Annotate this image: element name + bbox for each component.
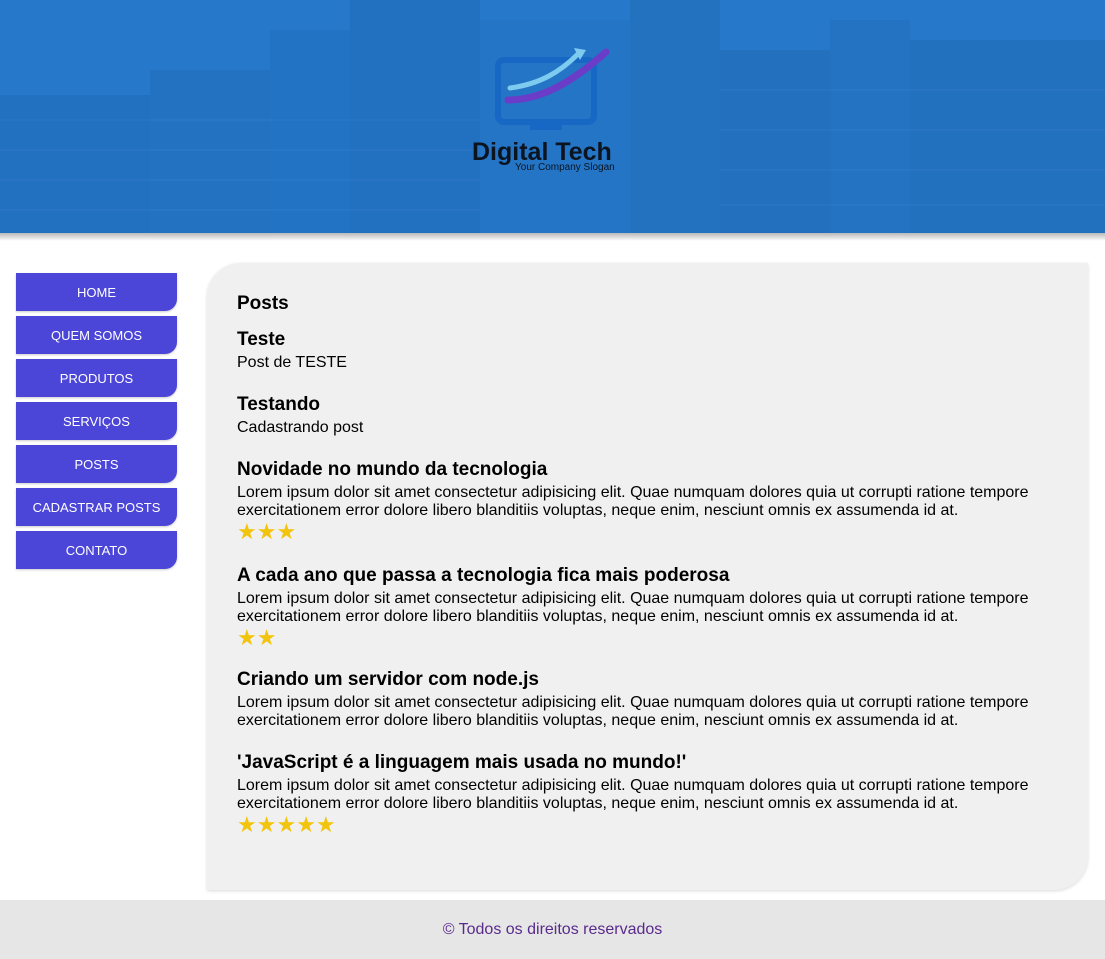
post-body: Lorem ipsum dolor sit amet consectetur a…	[237, 590, 1029, 625]
footer: © Todos os direitos reservados	[0, 900, 1105, 959]
post-item: Teste Post de TESTE	[237, 329, 1057, 372]
nav-item-servicos[interactable]: SERVIÇOS	[16, 402, 177, 440]
post-title: Teste	[237, 329, 286, 350]
nav-item-produtos[interactable]: PRODUTOS	[16, 359, 177, 397]
rating-stars: ★★★★★	[237, 814, 1057, 836]
post-item: Novidade no mundo da tecnologia Lorem ip…	[237, 459, 1057, 543]
post-item: Criando um servidor com node.js Lorem ip…	[237, 669, 1057, 730]
post-title: A cada ano que passa a tecnologia fica m…	[237, 565, 730, 586]
star-icon: ★	[237, 519, 257, 544]
rating-stars: ★★	[237, 627, 1057, 649]
post-title: 'JavaScript é a linguagem mais usada no …	[237, 752, 687, 773]
star-icon: ★	[256, 812, 277, 837]
star-icon: ★	[276, 812, 297, 837]
post-body: Lorem ipsum dolor sit amet consectetur a…	[237, 484, 1029, 519]
star-icon: ★	[256, 625, 277, 650]
post-item: Testando Cadastrando post	[237, 394, 1057, 437]
nav-item-posts[interactable]: POSTS	[16, 445, 177, 483]
rating-stars: ★★★	[237, 521, 1057, 543]
star-icon: ★	[237, 812, 257, 837]
post-body: Lorem ipsum dolor sit amet consectetur a…	[237, 694, 1029, 729]
nav-item-quem-somos[interactable]: QUEM SOMOS	[16, 316, 177, 354]
page-title: Posts	[237, 293, 289, 314]
post-body: Cadastrando post	[237, 419, 364, 436]
banner-shadow	[0, 233, 1105, 241]
brand-slogan: Your Company Slogan	[515, 162, 615, 173]
post-title: Novidade no mundo da tecnologia	[237, 459, 548, 480]
post-title: Criando um servidor com node.js	[237, 669, 539, 690]
post-body: Post de TESTE	[237, 354, 347, 371]
nav-item-cadastrar-posts[interactable]: CADASTRAR POSTS	[16, 488, 177, 526]
star-icon: ★	[296, 812, 316, 837]
post-item: A cada ano que passa a tecnologia fica m…	[237, 565, 1057, 649]
star-icon: ★	[315, 812, 336, 837]
star-icon: ★	[237, 625, 257, 650]
star-icon: ★	[276, 519, 297, 544]
header-banner: Digital Tech Your Company Slogan	[0, 0, 1105, 233]
monitor-arrow-logo-icon	[495, 48, 610, 130]
star-icon: ★	[256, 519, 277, 544]
post-title: Testando	[237, 394, 321, 415]
posts-panel: Posts Teste Post de TESTE Testando Cadas…	[207, 263, 1088, 890]
nav-item-contato[interactable]: CONTATO	[16, 531, 177, 569]
copyright-text: © Todos os direitos reservados	[442, 920, 663, 938]
post-body: Lorem ipsum dolor sit amet consectetur a…	[237, 777, 1029, 812]
sidebar-nav: HOME QUEM SOMOS PRODUTOS SERVIÇOS POSTS …	[16, 273, 177, 574]
post-item: 'JavaScript é a linguagem mais usada no …	[237, 752, 1057, 836]
nav-item-home[interactable]: HOME	[16, 273, 177, 311]
